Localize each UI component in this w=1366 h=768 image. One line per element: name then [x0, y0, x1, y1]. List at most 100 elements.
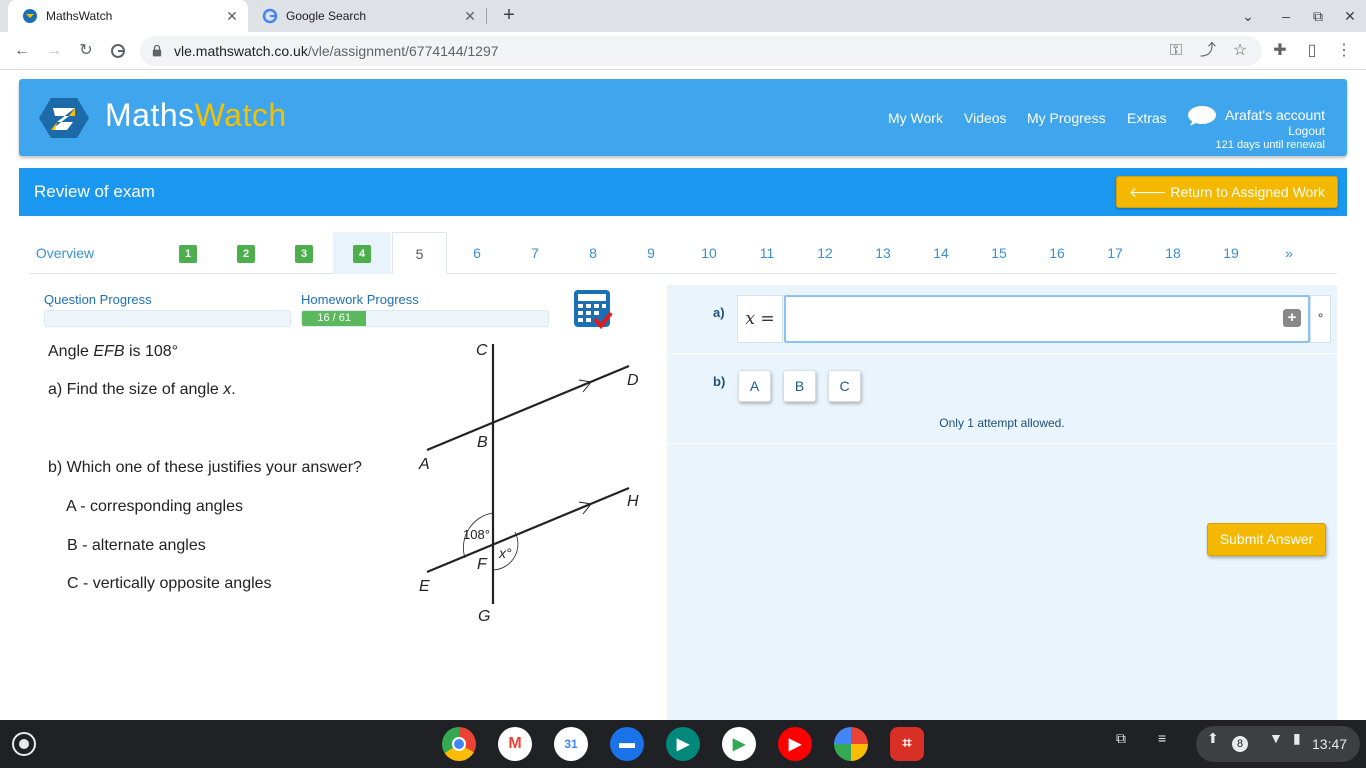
tab-q18[interactable]: 18	[1144, 232, 1202, 274]
statement-suffix: is 108°	[124, 343, 179, 360]
nav-my-progress[interactable]: My Progress	[1027, 110, 1106, 126]
close-window-icon[interactable]: ✕	[1340, 6, 1360, 26]
tab-q10[interactable]: 10	[680, 232, 738, 274]
extensions-icon[interactable]: ✚	[1270, 41, 1290, 61]
close-tab-icon[interactable]: ✕	[224, 8, 240, 24]
account-name[interactable]: Arafat's account	[1216, 107, 1325, 123]
browser-toolbar: ← → ↻ vle.mathswatch.co.uk/vle/assignmen…	[0, 32, 1366, 70]
tab-q12[interactable]: 12	[796, 232, 854, 274]
calendar-app-icon[interactable]: 31	[554, 727, 588, 761]
url-path: /vle/assignment/6774144/1297	[307, 43, 499, 59]
nav-extras[interactable]: Extras	[1127, 110, 1167, 126]
tab-q9[interactable]: 9	[622, 232, 680, 274]
screencast-app-icon[interactable]: ⌗	[890, 727, 924, 761]
choice-c-button[interactable]: C	[828, 370, 861, 402]
files-app-icon[interactable]: ▬	[610, 727, 644, 761]
clipboard-icon[interactable]: ≡	[1158, 730, 1166, 746]
return-label: Return to Assigned Work	[1170, 184, 1325, 200]
review-bar: Review of exam 🡐 Return to Assigned Work	[19, 168, 1347, 216]
answer-a-input[interactable]	[784, 295, 1310, 343]
tab-q11[interactable]: 11	[738, 232, 796, 274]
page-content: MathsWatch My Work Videos My Progress Ex…	[0, 70, 1366, 720]
calculator-icon[interactable]	[573, 289, 613, 329]
tab-q1[interactable]: 1	[159, 232, 217, 274]
done-badge: 1	[179, 245, 197, 264]
choice-a-button[interactable]: A	[738, 370, 771, 402]
mathswatch-favicon-icon	[23, 9, 37, 23]
tab-q13[interactable]: 13	[854, 232, 912, 274]
tab-q3[interactable]: 3	[275, 232, 333, 274]
update-icon[interactable]: ⬆	[1207, 730, 1219, 747]
row-divider	[667, 353, 1337, 354]
close-tab-icon[interactable]: ✕	[462, 8, 478, 24]
parallel-line-ad	[426, 364, 630, 452]
clock[interactable]: 13:47	[1312, 736, 1347, 752]
key-icon[interactable]: ⚿	[1166, 41, 1186, 61]
label-g: G	[478, 608, 490, 625]
wifi-icon: ▼	[1269, 730, 1283, 746]
google-icon[interactable]	[108, 41, 128, 61]
tab-q2[interactable]: 2	[217, 232, 275, 274]
new-tab-icon[interactable]: +	[498, 5, 520, 27]
option-a-text: A - corresponding angles	[66, 498, 243, 515]
choice-b-button[interactable]: B	[783, 370, 816, 402]
lock-icon[interactable]	[152, 44, 162, 57]
browser-tab-title: MathsWatch	[46, 9, 113, 23]
youtube-app-icon[interactable]: ▶	[778, 727, 812, 761]
phone-hub-icon[interactable]: ⧉	[1116, 730, 1126, 747]
back-icon[interactable]: ←	[12, 41, 32, 61]
label-b: B	[477, 434, 488, 451]
url-domain: vle.mathswatch.co.uk	[174, 43, 308, 59]
reload-icon[interactable]: ↻	[76, 41, 96, 61]
nav-my-work[interactable]: My Work	[888, 110, 943, 126]
tab-q7[interactable]: 7	[506, 232, 564, 274]
bookmark-star-icon[interactable]: ☆	[1230, 41, 1250, 61]
tab-next[interactable]: »	[1260, 232, 1318, 274]
label-e: E	[419, 578, 430, 595]
browser-tab-title: Google Search	[286, 9, 367, 23]
homework-progress-fill: 16 / 61	[302, 311, 367, 326]
notification-badge[interactable]: 8	[1232, 736, 1248, 752]
tab-q5[interactable]: 5	[392, 232, 447, 274]
address-bar[interactable]: vle.mathswatch.co.uk/vle/assignment/6774…	[140, 36, 1262, 66]
meet-app-icon[interactable]: ▶	[666, 727, 700, 761]
option-b-text: B - alternate angles	[67, 537, 206, 554]
tab-q14[interactable]: 14	[912, 232, 970, 274]
mathswatch-logo-icon[interactable]	[39, 96, 89, 140]
tab-search-icon[interactable]: ⌄	[1238, 6, 1258, 26]
tab-q4[interactable]: 4	[333, 232, 391, 274]
logout-link[interactable]: Logout	[1216, 124, 1325, 138]
restore-icon[interactable]: ⧉	[1308, 6, 1328, 26]
logo-main: Maths	[105, 97, 195, 133]
url-text[interactable]: vle.mathswatch.co.uk/vle/assignment/6774…	[174, 43, 499, 59]
launcher-icon[interactable]	[12, 732, 36, 756]
google-favicon-icon	[262, 8, 278, 24]
site-logo-text[interactable]: MathsWatch	[105, 97, 287, 134]
chrome-app-icon[interactable]	[442, 727, 476, 761]
tab-overview[interactable]: Overview	[29, 232, 101, 274]
submit-answer-button[interactable]: Submit Answer	[1207, 523, 1326, 556]
tab-q15[interactable]: 15	[970, 232, 1028, 274]
tab-q6[interactable]: 6	[448, 232, 506, 274]
tab-q16[interactable]: 16	[1028, 232, 1086, 274]
chat-bubble-icon[interactable]	[1187, 105, 1217, 127]
part-b-label: b)	[713, 374, 726, 389]
photos-app-icon[interactable]	[834, 727, 868, 761]
nav-videos[interactable]: Videos	[964, 110, 1007, 126]
minimize-icon[interactable]: –	[1276, 6, 1296, 26]
angle-108-label: 108°	[463, 527, 490, 542]
tab-q17[interactable]: 17	[1086, 232, 1144, 274]
forward-icon[interactable]: →	[44, 41, 64, 61]
tab-q8[interactable]: 8	[564, 232, 622, 274]
return-to-assigned-work-button[interactable]: 🡐 Return to Assigned Work	[1115, 176, 1338, 208]
browser-tab-mathswatch[interactable]: MathsWatch ✕	[8, 0, 248, 32]
play-store-app-icon[interactable]: ▶	[722, 727, 756, 761]
math-keyboard-icon[interactable]: +	[1283, 309, 1301, 327]
part-a-suffix: .	[231, 381, 236, 398]
tab-q19[interactable]: 19	[1202, 232, 1260, 274]
browser-tab-google[interactable]: Google Search ✕	[248, 0, 486, 32]
share-icon[interactable]: ⤴	[1198, 41, 1218, 61]
side-panel-icon[interactable]: ▯	[1302, 41, 1322, 61]
gmail-app-icon[interactable]: M	[498, 727, 532, 761]
menu-kebab-icon[interactable]: ⋮	[1334, 41, 1354, 61]
